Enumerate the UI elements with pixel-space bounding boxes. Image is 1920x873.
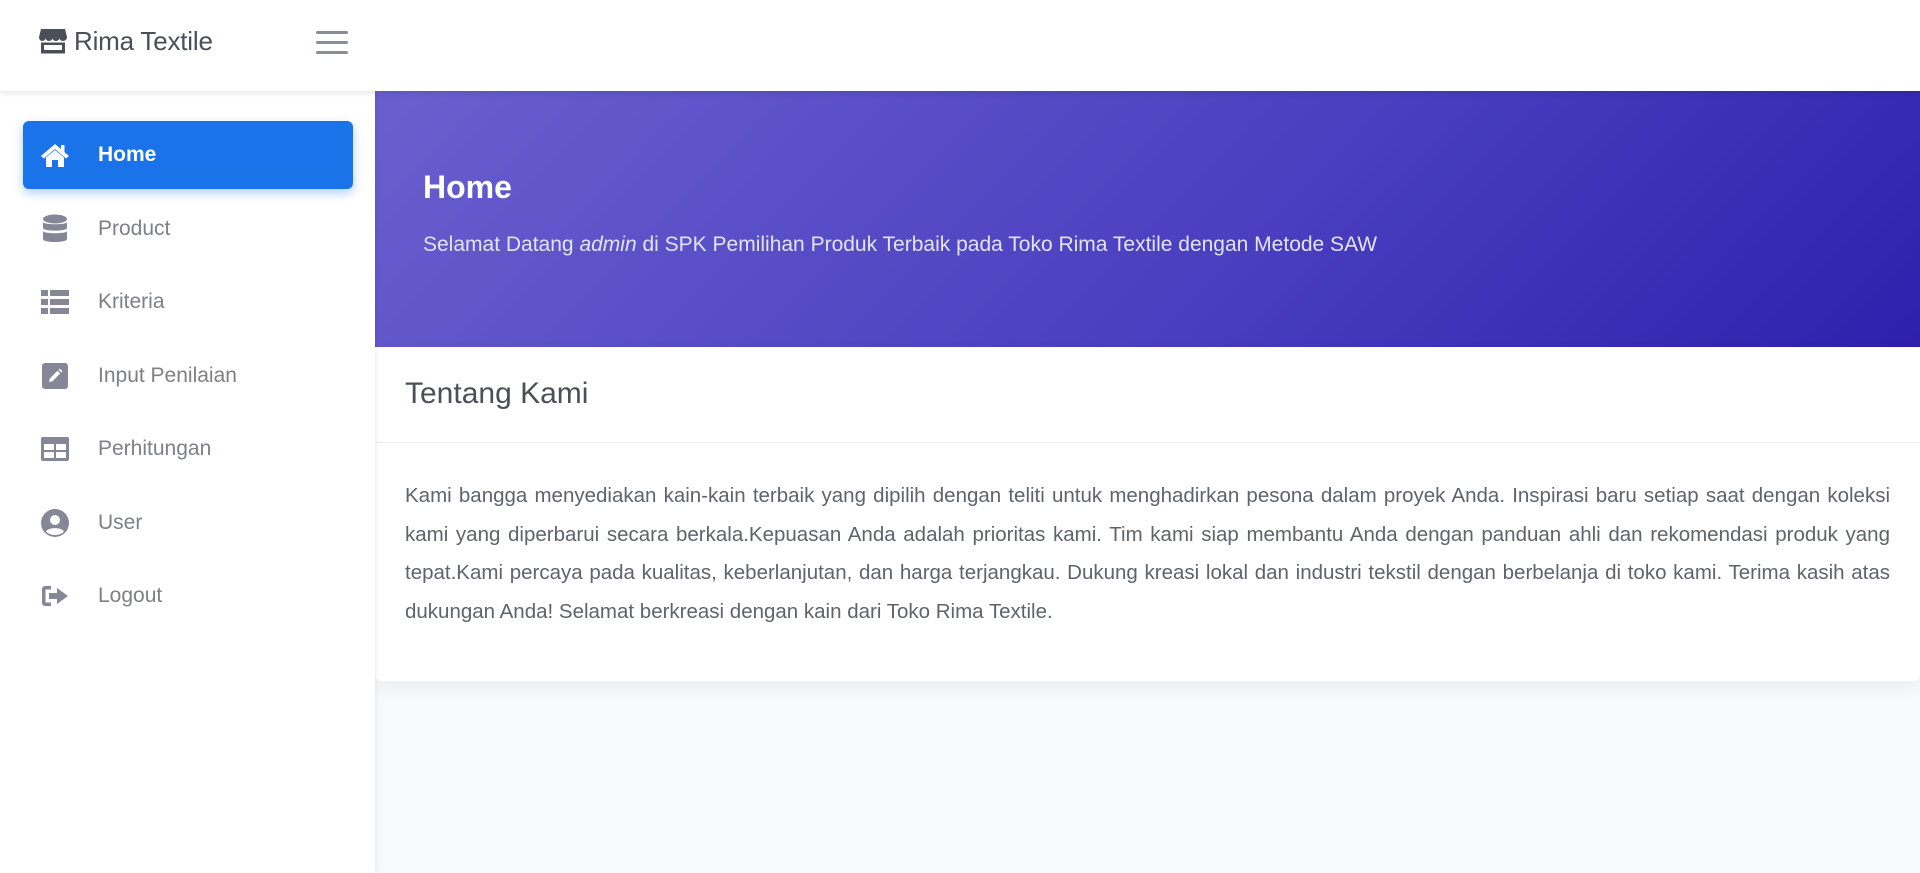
sidebar-item-label: Product	[98, 217, 171, 240]
sidebar-item-kriteria[interactable]: Kriteria	[23, 268, 353, 336]
hamburger-menu-icon[interactable]	[316, 28, 348, 56]
sidebar-item-label: Input Penilaian	[98, 364, 237, 387]
sidebar-item-label: Kriteria	[98, 290, 165, 313]
edit-icon	[40, 361, 70, 391]
sidebar-item-home[interactable]: Home	[23, 121, 353, 189]
about-card: Tentang Kami Kami bangga menyediakan kai…	[375, 347, 1920, 681]
home-icon	[40, 140, 70, 170]
table-icon	[40, 434, 70, 464]
sidebar-item-product[interactable]: Product	[23, 195, 353, 263]
hero-banner: Home Selamat Datang admin di SPK Pemilih…	[375, 91, 1920, 347]
database-icon	[40, 214, 70, 244]
sign-out-icon	[40, 581, 70, 611]
about-card-header: Tentang Kami	[375, 347, 1920, 443]
welcome-message: Selamat Datang admin di SPK Pemilihan Pr…	[423, 233, 1377, 257]
page-title: Home	[423, 169, 512, 205]
store-icon	[38, 27, 68, 55]
brand[interactable]: Rima Textile	[38, 24, 213, 58]
sidebar: Home Product Kriteria Input Penilaian Pe…	[0, 91, 375, 873]
sidebar-item-label: Home	[98, 143, 157, 166]
username: admin	[579, 233, 637, 256]
sidebar-item-label: Perhitungan	[98, 437, 212, 460]
user-circle-icon	[40, 508, 70, 538]
sidebar-item-user[interactable]: User	[23, 489, 353, 557]
top-navbar: Rima Textile	[0, 0, 1920, 91]
about-body: Kami bangga menyediakan kain-kain terbai…	[405, 484, 1890, 623]
sidebar-item-label: Logout	[98, 584, 163, 607]
sidebar-item-label: User	[98, 511, 143, 534]
welcome-prefix: Selamat Datang	[423, 233, 574, 256]
brand-name: Rima Textile	[74, 25, 213, 56]
sidebar-item-input-penilaian[interactable]: Input Penilaian	[23, 342, 353, 410]
welcome-suffix: di SPK Pemilihan Produk Terbaik pada Tok…	[642, 233, 1378, 256]
sidebar-item-logout[interactable]: Logout	[23, 562, 353, 630]
sidebar-item-perhitungan[interactable]: Perhitungan	[23, 415, 353, 483]
about-title: Tentang Kami	[405, 377, 589, 410]
list-icon	[40, 287, 70, 317]
